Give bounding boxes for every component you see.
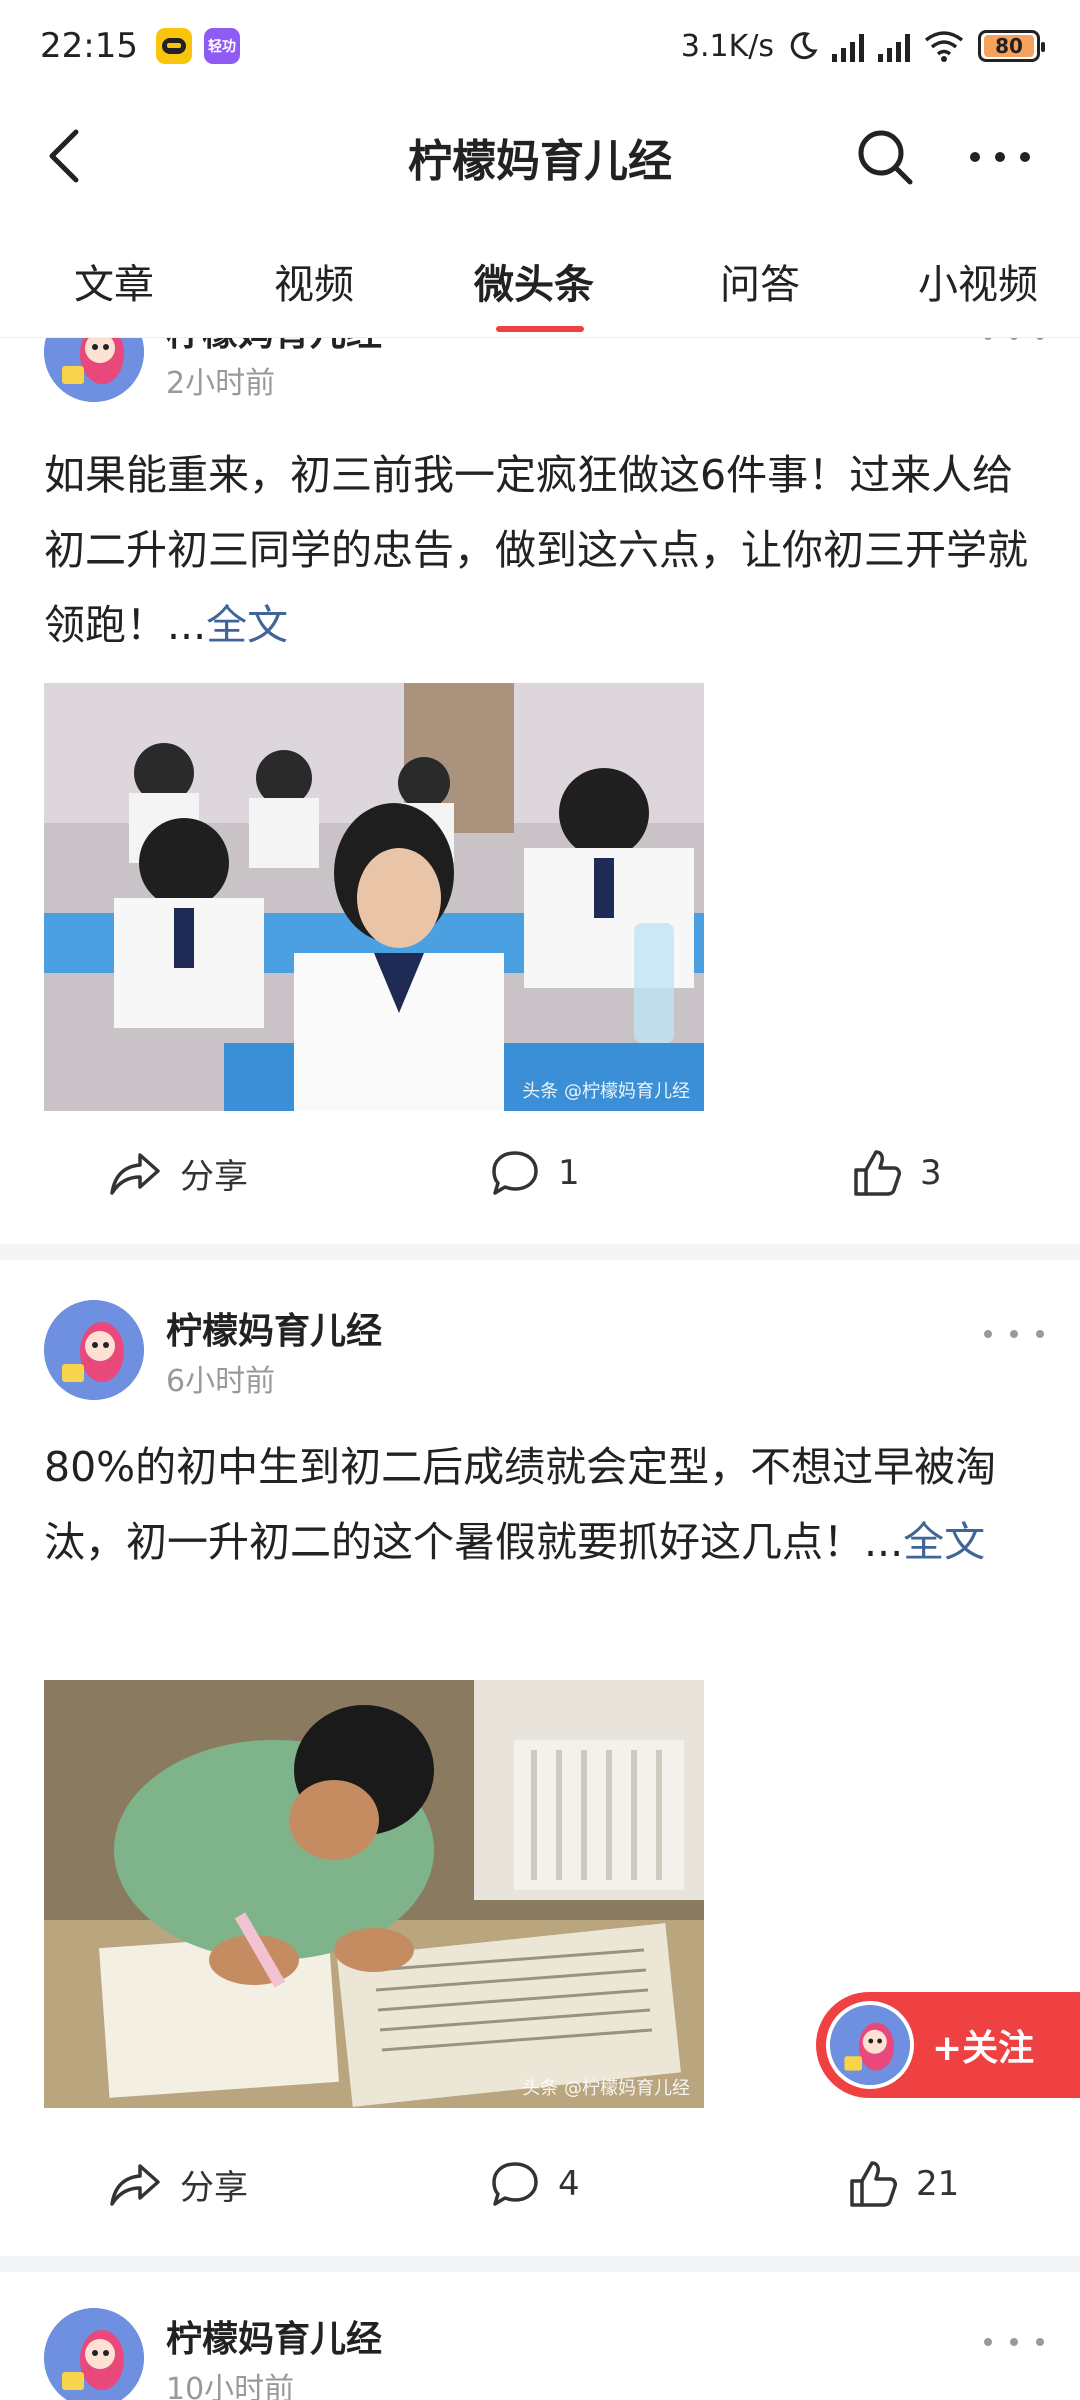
active-tab-indicator xyxy=(496,326,584,332)
post-text[interactable]: 如果能重来，初三前我一定疯狂做这6件事！过来人给初二升初三同学的忠告，做到这六点… xyxy=(44,438,1044,663)
app-notification-icon-2: 轻功 xyxy=(203,28,240,64)
share-label: 分享 xyxy=(180,2167,248,2208)
author-avatar[interactable] xyxy=(44,1300,144,1400)
comment-icon xyxy=(492,2162,538,2206)
post-more-button[interactable] xyxy=(984,338,1044,356)
post-header: 柠檬妈育儿经 6小时前 xyxy=(44,1300,1044,1400)
follow-button[interactable]: +关注 xyxy=(816,1992,1080,2098)
comment-count: 4 xyxy=(558,2164,580,2204)
post-actions: 分享 4 21 xyxy=(0,2144,1080,2224)
post-image[interactable]: 头条 @柠檬妈育儿经 xyxy=(44,683,704,1111)
share-label: 分享 xyxy=(180,1156,248,1197)
image-watermark: 头条 @柠檬妈育儿经 xyxy=(522,2078,690,2099)
moon-icon xyxy=(790,32,818,60)
wifi-icon xyxy=(924,31,964,62)
full-text-link[interactable]: 全文 xyxy=(903,1518,985,1566)
follow-avatar xyxy=(826,2001,914,2089)
page-title: 柠檬妈育儿经 xyxy=(408,136,672,187)
post-time: 6小时前 xyxy=(166,1364,276,1399)
post-actions: 分享 1 3 xyxy=(0,1133,1080,1213)
share-icon xyxy=(110,1153,160,1195)
app-notification-icon xyxy=(155,28,192,64)
post-time: 10小时前 xyxy=(166,2372,295,2400)
status-time: 22:15 xyxy=(40,26,138,66)
post-header: 柠檬妈育儿经 10小时前 xyxy=(44,2308,1044,2400)
share-icon xyxy=(110,2164,160,2206)
tab-short-videos[interactable]: 小视频 xyxy=(918,252,1038,310)
signal-icon xyxy=(832,30,864,62)
title-bar: 柠檬妈育儿经 xyxy=(0,92,1080,222)
chevron-left-icon xyxy=(49,129,79,183)
author-name[interactable]: 柠檬妈育儿经 xyxy=(166,338,382,356)
status-app-icons: 轻功 xyxy=(155,28,240,64)
author-avatar[interactable] xyxy=(44,2308,144,2400)
battery-level: 80 xyxy=(984,34,1034,58)
post-text[interactable]: 80%的初中生到初二后成绩就会定型，不想过早被淘汰，初一升初二的这个暑假就要抓好… xyxy=(44,1430,1044,1580)
like-button[interactable]: 21 xyxy=(848,2144,959,2224)
share-button[interactable]: 分享 xyxy=(108,2144,248,2224)
search-icon xyxy=(858,130,913,185)
post-more-button[interactable] xyxy=(984,1314,1044,1354)
like-count: 21 xyxy=(916,2164,960,2204)
status-bar: 22:15 轻功 3.1K/s 80 xyxy=(0,0,1080,92)
like-button[interactable]: 3 xyxy=(852,1133,942,1213)
follow-label: +关注 xyxy=(932,2028,1035,2069)
image-watermark: 头条 @柠檬妈育儿经 xyxy=(522,1081,690,1102)
comment-count: 1 xyxy=(558,1153,580,1193)
post-header: 柠檬妈育儿经 2小时前 xyxy=(44,338,1044,402)
post-divider xyxy=(0,2256,1080,2272)
more-options-button[interactable] xyxy=(960,122,1040,192)
tab-videos[interactable]: 视频 xyxy=(274,252,354,310)
battery-icon: 80 xyxy=(978,30,1045,62)
status-indicators: 3.1K/s 80 xyxy=(680,28,1045,64)
post-divider xyxy=(0,1244,1080,1260)
post-more-button[interactable] xyxy=(984,2322,1044,2362)
like-count: 3 xyxy=(920,1153,942,1193)
signal-icon-2 xyxy=(878,30,910,62)
tab-articles[interactable]: 文章 xyxy=(74,252,154,310)
post-body: 如果能重来，初三前我一定疯狂做这6件事！过来人给初二升初三同学的忠告，做到这六点… xyxy=(44,451,1028,649)
comment-icon xyxy=(492,1151,538,1195)
post-body: 80%的初中生到初二后成绩就会定型，不想过早被淘汰，初一升初二的这个暑假就要抓好… xyxy=(44,1443,997,1566)
thumbs-up-icon xyxy=(854,1150,901,1196)
tab-qa[interactable]: 问答 xyxy=(720,252,800,310)
full-text-link[interactable]: 全文 xyxy=(206,601,288,649)
thumbs-up-icon xyxy=(850,2161,897,2207)
tab-micro-headlines[interactable]: 微头条 xyxy=(474,252,594,310)
author-avatar[interactable] xyxy=(44,338,144,402)
back-button[interactable] xyxy=(34,126,94,186)
share-button[interactable]: 分享 xyxy=(108,1133,248,1213)
more-dots-icon xyxy=(970,152,1030,162)
author-name[interactable]: 柠檬妈育儿经 xyxy=(166,2310,382,2362)
post-time: 2小时前 xyxy=(166,366,276,401)
author-name[interactable]: 柠檬妈育儿经 xyxy=(166,1302,382,1354)
comment-button[interactable]: 4 xyxy=(490,2144,580,2224)
network-speed: 3.1K/s xyxy=(680,28,774,64)
search-button[interactable] xyxy=(850,122,920,192)
post-image[interactable]: 头条 @柠檬妈育儿经 xyxy=(44,1680,704,2108)
comment-button[interactable]: 1 xyxy=(490,1133,580,1213)
tab-bar: 文章 视频 微头条 问答 小视频 xyxy=(0,222,1080,338)
